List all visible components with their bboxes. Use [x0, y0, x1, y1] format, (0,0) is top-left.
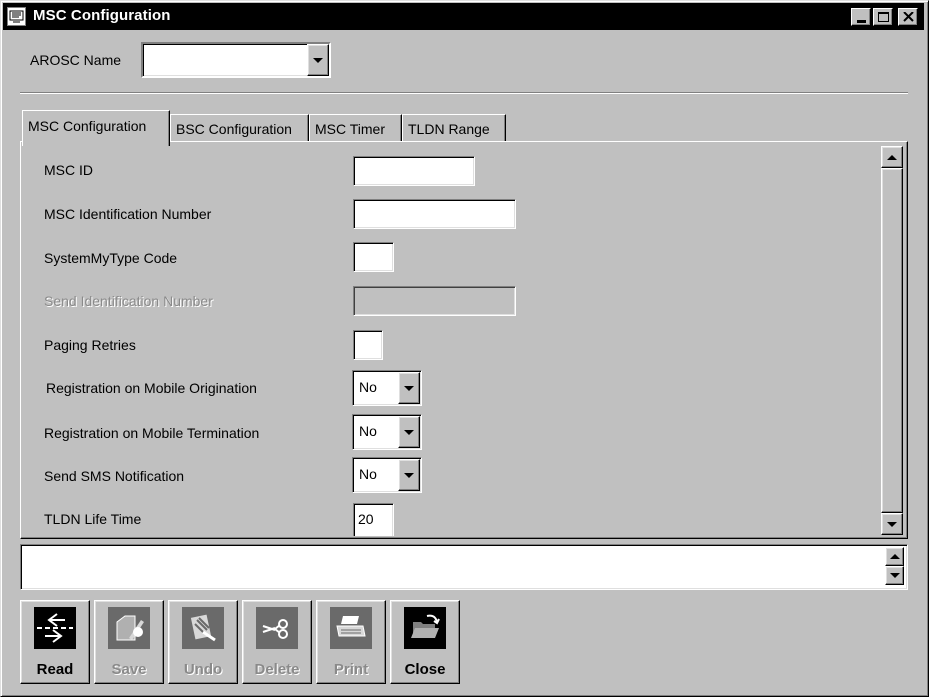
minimize-icon: [856, 19, 866, 23]
maximize-icon: [877, 12, 889, 22]
print-button[interactable]: Print: [316, 600, 386, 684]
tldn-life-time-input[interactable]: 20: [353, 503, 394, 536]
message-scroll-up-button[interactable]: [885, 547, 904, 566]
arosc-name-field[interactable]: [141, 42, 331, 78]
chevron-down-icon: [313, 57, 323, 63]
tldn-life-time-label: TLDN Life Time: [44, 511, 142, 527]
registration-termination-label: Registration on Mobile Termination: [44, 425, 260, 441]
chevron-down-icon: [404, 385, 414, 391]
undo-label: Undo: [183, 661, 223, 678]
maximize-button[interactable]: [873, 8, 893, 26]
arosc-name-label: AROSC Name: [30, 52, 122, 68]
registration-termination-dropdown-button[interactable]: [398, 416, 420, 448]
print-label: Print: [333, 661, 369, 678]
send-sms-notification-dropdown-button[interactable]: [398, 459, 420, 491]
arosc-name-dropdown-button[interactable]: [307, 44, 329, 76]
close-button[interactable]: Close: [390, 600, 460, 684]
delete-label: Delete: [254, 661, 300, 678]
system-my-type-code-label: SystemMyType Code: [44, 250, 178, 266]
send-identification-number-label: Send Identification Number: [44, 293, 213, 309]
arrow-up-icon: [887, 154, 897, 160]
minimize-button[interactable]: [851, 8, 871, 26]
save-icon: [108, 607, 150, 649]
arosc-name-combo[interactable]: [141, 42, 331, 78]
registration-origination-label: Registration on Mobile Origination: [46, 380, 257, 396]
msc-identification-number-input[interactable]: [353, 199, 516, 229]
system-my-type-code-input[interactable]: [353, 242, 394, 272]
title-bar[interactable]: MSC Configuration: [3, 3, 924, 30]
undo-button[interactable]: Undo: [168, 600, 238, 684]
printer-icon: [330, 607, 372, 649]
close-icon: [902, 12, 914, 22]
separator: [20, 92, 908, 94]
chevron-down-icon: [404, 472, 414, 478]
msc-id-label: MSC ID: [44, 162, 93, 178]
scissors-icon: [256, 607, 298, 649]
scroll-up-button[interactable]: [881, 146, 903, 168]
send-sms-notification-select[interactable]: No: [352, 457, 422, 493]
save-button[interactable]: Save: [94, 600, 164, 684]
read-button[interactable]: Read: [20, 600, 90, 684]
message-area[interactable]: [20, 544, 908, 590]
scroll-thumb[interactable]: [881, 168, 903, 513]
close-window-button[interactable]: [898, 8, 918, 26]
folder-icon: [404, 607, 446, 649]
registration-origination-dropdown-button[interactable]: [398, 372, 420, 404]
delete-button[interactable]: Delete: [242, 600, 312, 684]
chevron-down-icon: [404, 429, 414, 435]
read-label: Read: [36, 661, 74, 678]
tab-msc-configuration[interactable]: MSC Configuration: [22, 110, 170, 146]
send-sms-notification-label: Send SMS Notification: [44, 468, 185, 484]
undo-icon: [182, 607, 224, 649]
message-scroll-down-button[interactable]: [885, 566, 904, 585]
msc-identification-number-label: MSC Identification Number: [44, 206, 212, 222]
window-title: MSC Configuration: [33, 7, 171, 24]
scroll-down-button[interactable]: [881, 513, 903, 535]
arrow-up-icon: [889, 554, 900, 559]
close-label: Close: [404, 661, 446, 678]
paging-retries-label: Paging Retries: [44, 337, 136, 353]
send-identification-number-input: [353, 286, 516, 316]
msc-id-input[interactable]: [353, 156, 475, 186]
registration-origination-select[interactable]: No: [352, 370, 422, 406]
read-icon: [34, 607, 76, 649]
save-label: Save: [111, 661, 147, 678]
arrow-down-icon: [887, 521, 897, 527]
app-icon: [7, 7, 26, 26]
registration-termination-select[interactable]: No: [352, 414, 422, 450]
paging-retries-input[interactable]: [353, 330, 383, 360]
panel-scrollbar[interactable]: [880, 145, 904, 537]
arrow-down-icon: [889, 573, 900, 578]
